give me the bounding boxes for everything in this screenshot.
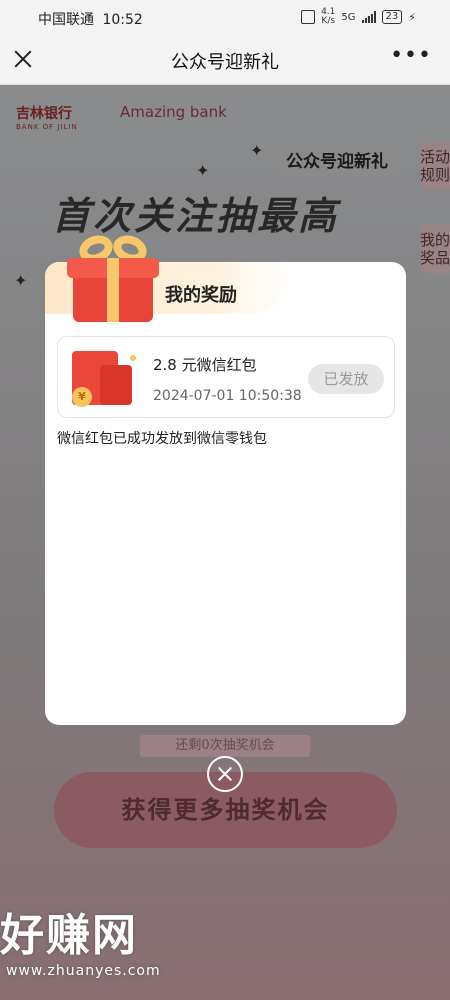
more-options-icon[interactable]: ••• xyxy=(390,45,432,67)
sparkle-icon: ✦ xyxy=(14,271,28,290)
coin-icon: ¥ xyxy=(72,387,92,407)
network-type: 5G xyxy=(341,11,356,23)
signal-icon xyxy=(361,11,376,23)
modal-title: 我的奖励 xyxy=(165,285,237,306)
status-icons: 4.1 K/s 5G 23 ⚡ xyxy=(301,8,416,26)
gift-box-icon xyxy=(67,230,163,328)
status-carrier-time: 中国联通 10:52 xyxy=(38,9,143,29)
issued-status-button: 已发放 xyxy=(308,364,384,394)
reward-notice: 微信红包已成功发放到微信零钱包 xyxy=(57,431,267,447)
nav-bar: 公众号迎新礼 ••• xyxy=(0,34,450,85)
reward-card: ¥ 2.8 元微信红包 2024-07-01 10:50:38 已发放 xyxy=(57,336,395,418)
reward-modal: 我的奖励 ¥ 2.8 元微信红包 2024-07-01 10:50:38 已发放… xyxy=(45,230,406,725)
watermark: 好赚网 www.zhuanyes.com xyxy=(0,910,161,980)
red-packet-icon: ¥ xyxy=(72,351,136,407)
bank-logo: 吉林银行 BANK OF JILIN Amazing bank xyxy=(16,103,227,131)
tab-my-prizes[interactable]: 我的奖品 xyxy=(420,225,450,273)
vibrate-icon xyxy=(301,10,316,24)
carrier-name: 中国联通 xyxy=(38,12,94,28)
status-bar: 中国联通 10:52 4.1 K/s 5G 23 ⚡ xyxy=(0,0,450,34)
net-speed: 4.1 K/s xyxy=(321,7,336,26)
reward-time: 2024-07-01 10:50:38 xyxy=(153,388,302,404)
charging-icon: ⚡ xyxy=(408,10,416,24)
tab-activity-rules[interactable]: 活动规则 xyxy=(420,142,450,190)
remaining-chances: 还剩0次抽奖机会 xyxy=(140,735,310,757)
page-title: 公众号迎新礼 xyxy=(171,52,279,73)
clock: 10:52 xyxy=(102,12,143,28)
sparkle-icon: ✦ xyxy=(196,161,210,180)
battery-icon: 23 xyxy=(381,10,403,24)
sparkle-icon: ✦ xyxy=(250,141,264,160)
close-modal-icon[interactable] xyxy=(207,756,243,792)
event-pill: 公众号迎新礼 xyxy=(276,143,398,176)
reward-name: 2.8 元微信红包 xyxy=(153,356,257,374)
bank-slogan: Amazing bank xyxy=(120,103,227,121)
